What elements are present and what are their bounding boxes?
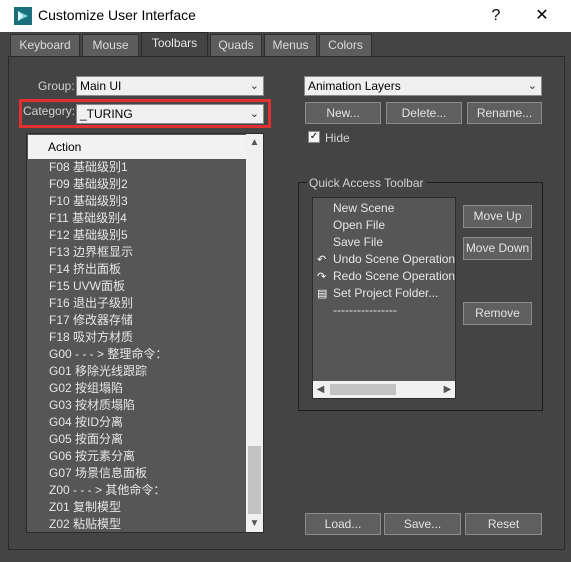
list-item[interactable]: G01 移除光线跟踪 — [49, 363, 147, 380]
action-list[interactable]: Action F08 基础级别1 F09 基础级别2 F10 基础级别3 F11… — [26, 133, 264, 533]
tab-quads[interactable]: Quads — [210, 34, 262, 56]
window-title: Customize User Interface — [38, 7, 196, 23]
load-button[interactable]: Load... — [305, 513, 381, 535]
list-item[interactable]: F11 基础级别4 — [49, 210, 127, 227]
quick-access-toolbar-list[interactable]: New Scene Open File Save File ↶ Undo Scen… — [312, 197, 456, 399]
rename-toolbar-button[interactable]: Rename... — [467, 102, 542, 124]
scroll-left-icon[interactable]: ◀ — [313, 381, 328, 398]
list-item[interactable]: G04 按ID分离 — [49, 414, 123, 431]
list-item[interactable]: ↷ Redo Scene Operation — [317, 268, 455, 285]
list-item[interactable]: F16 退出子级别 — [49, 295, 133, 312]
scrollbar-thumb[interactable] — [248, 446, 261, 514]
list-item[interactable]: Z02 粘贴模型 — [49, 516, 121, 532]
chevron-down-icon: ⌄ — [249, 80, 259, 92]
move-up-button[interactable]: Move Up — [463, 205, 532, 228]
category-select-value: _TURING — [80, 107, 133, 121]
list-item[interactable]: ---------------- — [317, 302, 397, 319]
tab-bar: Keyboard Mouse Toolbars Quads Menus Colo… — [0, 32, 571, 57]
qat-horizontal-scrollbar[interactable]: ◀ ▶ — [313, 381, 455, 398]
tab-toolbars[interactable]: Toolbars — [141, 32, 208, 57]
hide-checkbox[interactable]: ✓ — [308, 131, 320, 143]
list-item[interactable]: F12 基础级别5 — [49, 227, 128, 244]
project-folder-icon: ▤ — [317, 288, 328, 300]
list-item[interactable]: F17 修改器存储 — [49, 312, 133, 329]
group-label: Group: — [38, 79, 75, 93]
customize-ui-dialog: Customize User Interface ? ✕ Keyboard Mo… — [0, 0, 571, 562]
list-item[interactable]: F09 基础级别2 — [49, 176, 128, 193]
list-item[interactable]: G03 按材质塌陷 — [49, 397, 135, 414]
list-item[interactable]: ▤ Set Project Folder... — [317, 285, 438, 302]
list-item[interactable]: F13 边界框显示 — [49, 244, 133, 261]
group-select-value: Main UI — [80, 79, 122, 93]
undo-icon: ↶ — [317, 254, 327, 266]
list-item[interactable]: F08 基础级别1 — [49, 159, 128, 176]
toolbar-select[interactable]: Animation Layers ⌄ — [304, 76, 542, 96]
scrollbar-thumb[interactable] — [330, 384, 396, 395]
list-item[interactable]: F14 挤出面板 — [49, 261, 121, 278]
quick-access-toolbar-title: Quick Access Toolbar — [307, 176, 426, 190]
delete-toolbar-button[interactable]: Delete... — [386, 102, 462, 124]
list-item[interactable]: G05 按面分离 — [49, 431, 123, 448]
list-item[interactable]: ↶ Undo Scene Operation — [317, 251, 455, 268]
help-button[interactable]: ? — [473, 0, 519, 32]
list-item[interactable]: G00 - - - > 整理命令： — [49, 346, 167, 363]
reset-button[interactable]: Reset — [465, 513, 542, 535]
tab-mouse[interactable]: Mouse — [82, 34, 139, 56]
tab-keyboard[interactable]: Keyboard — [10, 34, 80, 56]
tab-colors[interactable]: Colors — [319, 34, 372, 56]
close-button[interactable]: ✕ — [519, 0, 565, 32]
list-item[interactable]: Save File — [317, 234, 383, 251]
list-item[interactable]: F10 基础级别3 — [49, 193, 128, 210]
list-item[interactable]: F15 UVW面板 — [49, 278, 125, 295]
move-down-button[interactable]: Move Down — [463, 237, 532, 260]
list-item[interactable]: Open File — [317, 217, 385, 234]
category-label: Category: — [23, 104, 76, 118]
chevron-down-icon: ⌄ — [249, 108, 259, 120]
redo-icon: ↷ — [317, 271, 327, 283]
title-bar: Customize User Interface ? ✕ — [0, 0, 571, 32]
save-button[interactable]: Save... — [384, 513, 461, 535]
group-select[interactable]: Main UI ⌄ — [76, 76, 264, 96]
list-item[interactable]: F18 吸对方材质 — [49, 329, 133, 346]
action-column-header[interactable]: Action — [28, 135, 246, 159]
scroll-right-icon[interactable]: ▶ — [440, 381, 455, 398]
category-select[interactable]: _TURING ⌄ — [76, 104, 264, 124]
tab-menus[interactable]: Menus — [264, 34, 317, 56]
toolbar-select-value: Animation Layers — [308, 79, 401, 93]
scroll-up-icon[interactable]: ▲ — [246, 134, 263, 151]
list-item[interactable]: G02 按组塌陷 — [49, 380, 123, 397]
new-toolbar-button[interactable]: New... — [305, 102, 381, 124]
action-list-scrollbar[interactable]: ▲ ▼ — [246, 134, 263, 532]
list-item[interactable]: Z01 复制模型 — [49, 499, 121, 516]
list-item[interactable]: G07 场景信息面板 — [49, 465, 147, 482]
3dsmax-app-icon — [14, 7, 32, 25]
list-item[interactable]: G06 按元素分离 — [49, 448, 135, 465]
list-item[interactable]: New Scene — [317, 200, 394, 217]
hide-label: Hide — [325, 131, 350, 145]
remove-button[interactable]: Remove — [463, 302, 532, 325]
scroll-down-icon[interactable]: ▼ — [246, 515, 263, 532]
list-item[interactable]: Z00 - - - > 其他命令： — [49, 482, 165, 499]
chevron-down-icon: ⌄ — [527, 80, 537, 92]
